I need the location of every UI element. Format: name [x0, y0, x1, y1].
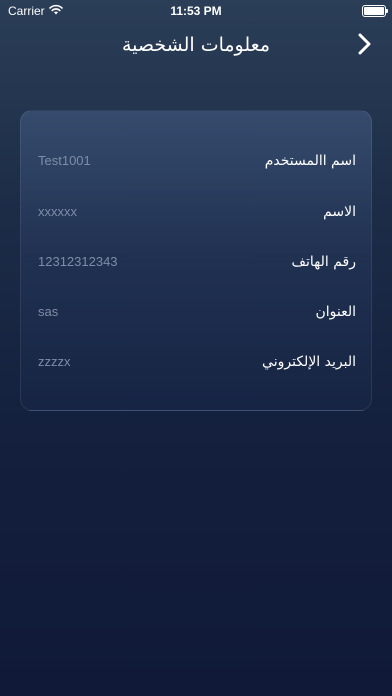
email-value: zzzzx	[38, 354, 71, 369]
name-label: الاسم	[323, 204, 356, 220]
wifi-icon	[48, 4, 63, 18]
field-row-phone: رقم الهاتف 12312312343	[21, 249, 373, 279]
status-left: Carrier	[8, 4, 63, 18]
field-row-address: العنوان sas	[21, 299, 373, 329]
field-row-email: البريد الإلكتروني zzzzx	[21, 349, 373, 379]
profile-card: اسم االمستخدم Test1001 الاسم xxxxxx رقم …	[20, 110, 372, 411]
username-value: Test1001	[38, 153, 91, 168]
address-label: العنوان	[315, 304, 356, 320]
email-label: البريد الإلكتروني	[262, 354, 356, 370]
phone-value: 12312312343	[38, 254, 118, 269]
battery-fill	[364, 7, 384, 15]
status-bar: Carrier 11:53 PM	[0, 0, 392, 22]
carrier-label: Carrier	[8, 4, 45, 18]
name-value: xxxxxx	[38, 204, 77, 219]
field-row-name: الاسم xxxxxx	[21, 199, 373, 229]
username-label: اسم االمستخدم	[264, 153, 356, 169]
back-button[interactable]	[352, 32, 378, 60]
page-title: معلومات الشخصية	[121, 34, 271, 56]
phone-label: رقم الهاتف	[291, 254, 356, 270]
battery-icon	[362, 5, 388, 17]
status-right	[362, 5, 388, 17]
navigation-bar: معلومات الشخصية	[0, 28, 392, 64]
address-value: sas	[38, 304, 59, 319]
field-row-username: اسم االمستخدم Test1001	[21, 148, 373, 178]
chevron-right-icon	[358, 33, 372, 59]
